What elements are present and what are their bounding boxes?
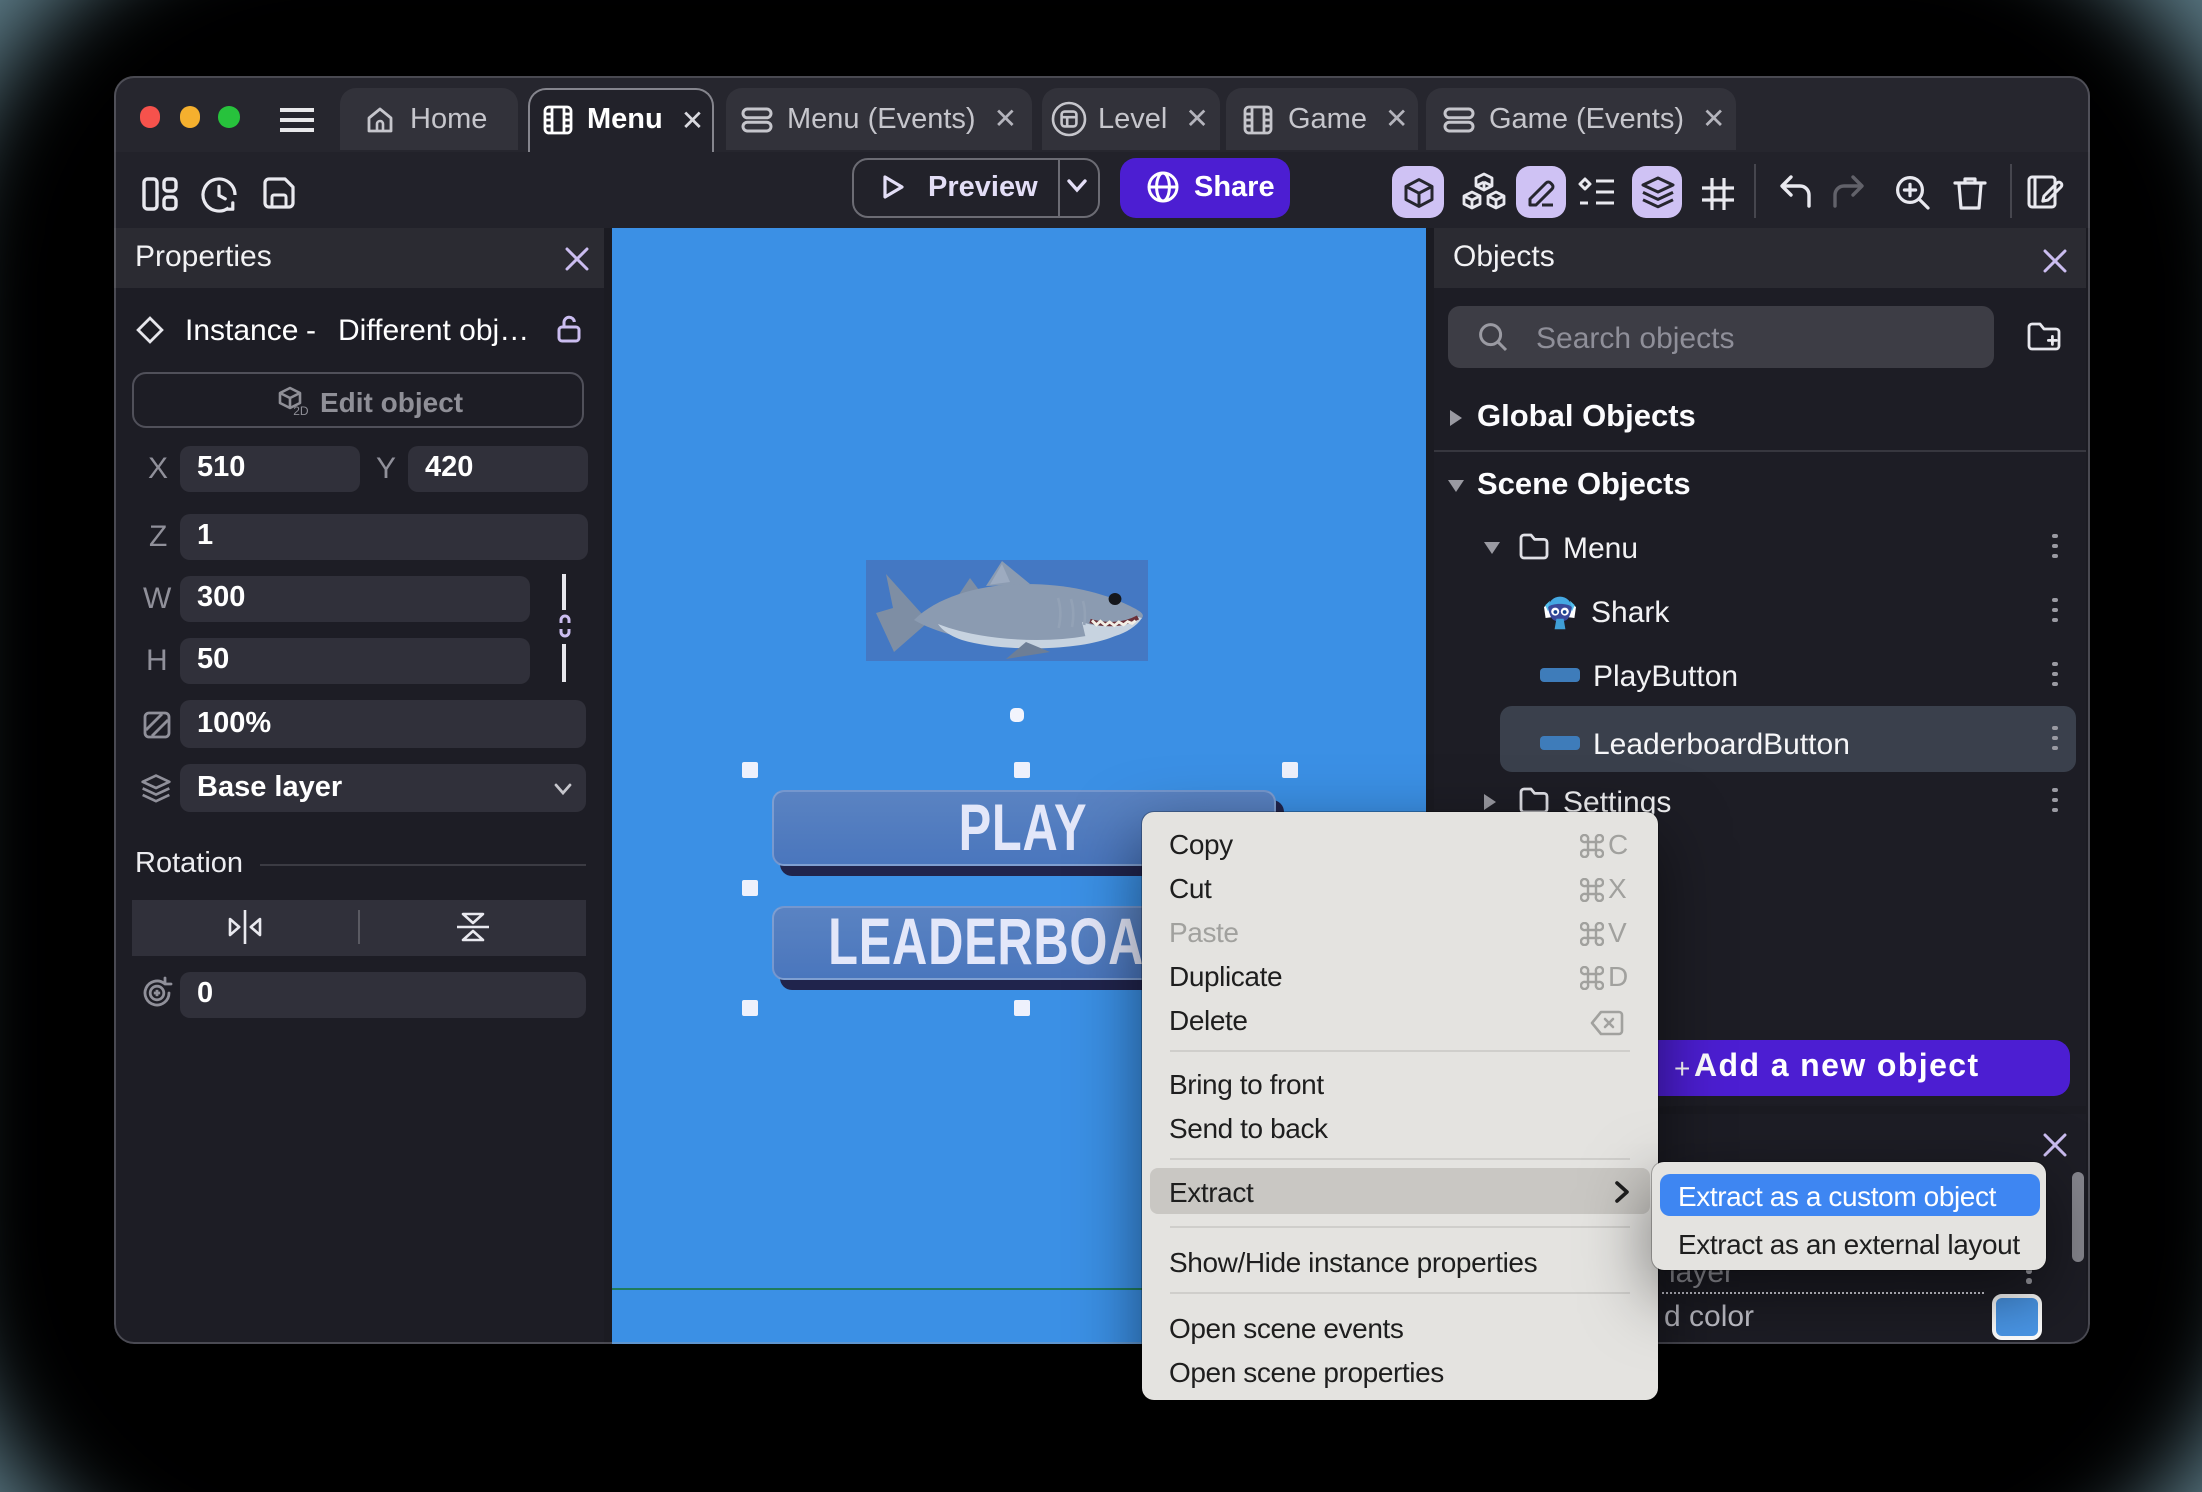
svg-text:2D: 2D <box>293 403 308 415</box>
